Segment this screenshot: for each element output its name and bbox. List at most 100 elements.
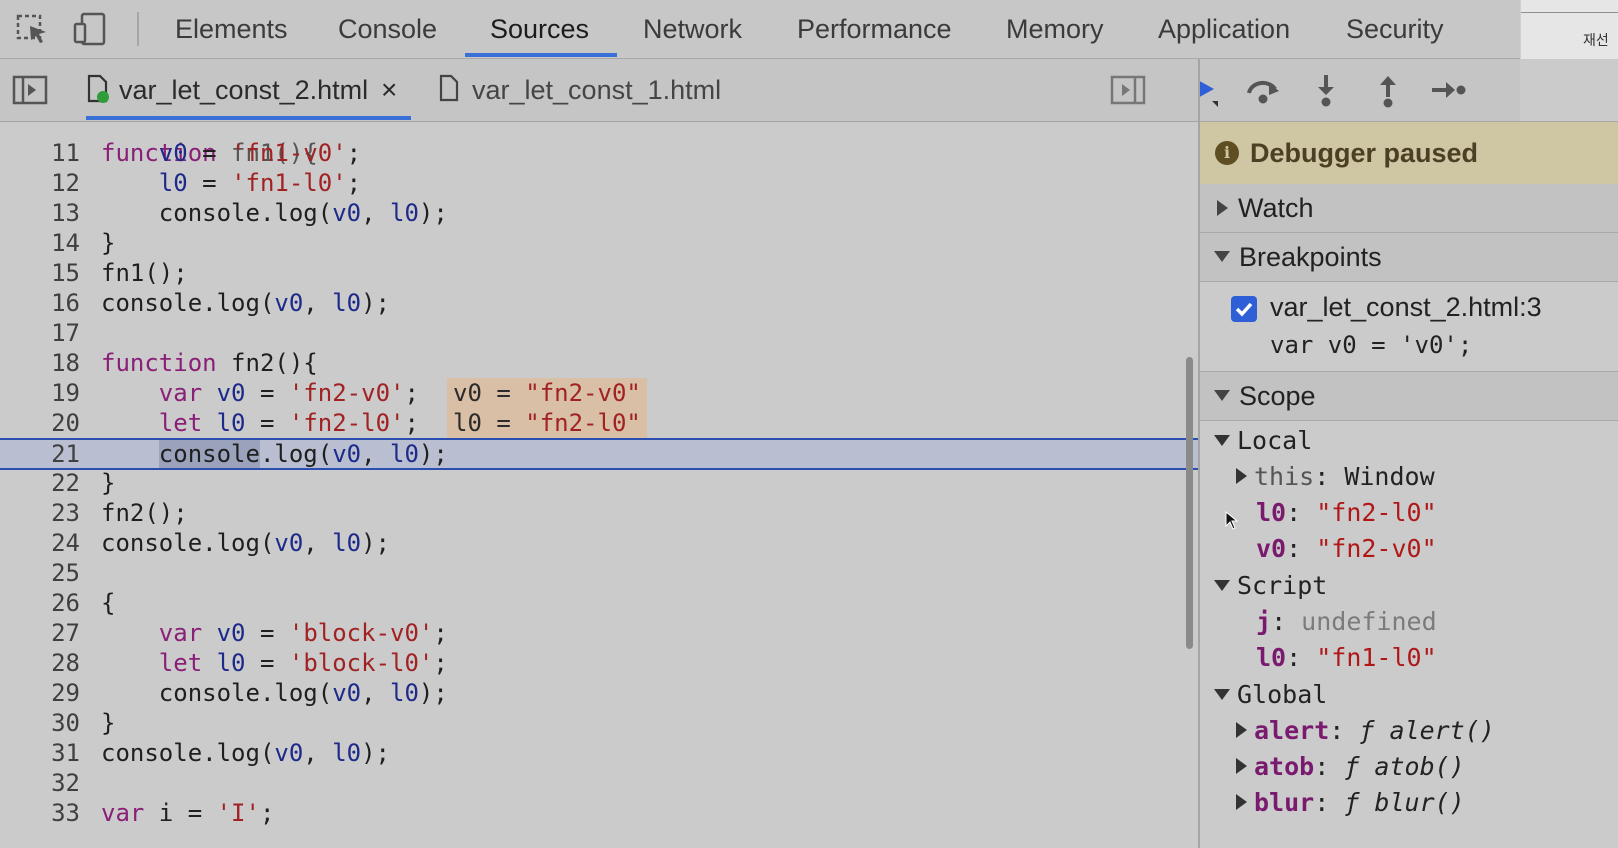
scope-var-blur[interactable]: blur: ƒ blur(): [1236, 786, 1465, 820]
code-text: console.log(v0, l0);: [101, 529, 391, 557]
step-over-icon[interactable]: [1243, 71, 1283, 109]
code-line: 20 let l0 = 'fn2-l0'; l0 = "fn2-l0": [0, 408, 1198, 438]
code-line-partial: function fn1(){: [101, 139, 318, 167]
scope-sep: :: [1286, 643, 1317, 672]
scope-var-j[interactable]: j: undefined: [1256, 605, 1437, 639]
tab-network[interactable]: Network: [643, 0, 742, 58]
line-number[interactable]: 22: [0, 468, 80, 498]
scope-value: ƒ atob(): [1344, 752, 1465, 781]
code-text: console.log(v0, l0);: [101, 199, 448, 227]
tab-performance[interactable]: Performance: [797, 0, 952, 58]
code-text: }: [101, 469, 116, 497]
tab-memory[interactable]: Memory: [1006, 0, 1104, 58]
scope-var-l0[interactable]: l0: "fn2-l0": [1256, 496, 1437, 530]
line-number[interactable]: 31: [0, 738, 80, 768]
editor-scrollbar[interactable]: [1186, 357, 1193, 649]
code-line: 23 fn2();: [0, 498, 1198, 528]
code-text: let l0 = 'fn2-l0';: [158, 409, 419, 437]
toggle-navigator-icon[interactable]: [12, 75, 48, 105]
line-number[interactable]: 27: [0, 618, 80, 648]
code-line: 11 v0 = 'fn1-v0';: [0, 138, 1198, 168]
tab-application[interactable]: Application: [1158, 0, 1290, 58]
line-number[interactable]: 18: [0, 348, 80, 378]
line-number[interactable]: 33: [0, 798, 80, 828]
scope-sep: :: [1314, 752, 1345, 781]
debugger-sidebar: i Debugger paused Watch Breakpoints var_…: [1200, 59, 1618, 848]
line-number[interactable]: 15: [0, 258, 80, 288]
line-number[interactable]: 12: [0, 168, 80, 198]
code-text: var v0 = 'fn2-v0';: [158, 379, 419, 407]
mouse-cursor-icon: [1225, 511, 1239, 530]
inline-value: l0 = "fn2-l0": [447, 408, 647, 438]
collapse-arrow-icon: [1214, 688, 1230, 700]
scope-sep: :: [1329, 716, 1360, 745]
expand-arrow-icon: [1236, 468, 1247, 484]
line-number[interactable]: 17: [0, 318, 80, 348]
scope-section-header[interactable]: Scope: [1200, 371, 1618, 421]
code-line: 14}: [0, 228, 1198, 258]
close-tab-icon[interactable]: ×: [381, 59, 397, 121]
scope-value: Window: [1344, 462, 1435, 491]
checkmark-icon: [1235, 302, 1253, 317]
collapse-arrow-icon: [1214, 251, 1230, 263]
line-number[interactable]: 14: [0, 228, 80, 258]
breakpoint-location[interactable]: var_let_const_2.html:3: [1270, 292, 1542, 323]
step-into-icon[interactable]: [1306, 71, 1346, 109]
scope-key: l0: [1256, 498, 1287, 527]
scope-sep: :: [1314, 462, 1345, 491]
tab-security[interactable]: Security: [1346, 0, 1444, 58]
line-number[interactable]: 25: [0, 558, 80, 588]
device-toolbar-icon[interactable]: [72, 12, 108, 46]
line-number[interactable]: 16: [0, 288, 80, 318]
scope-local-header[interactable]: Local: [1214, 424, 1312, 458]
scope-key: blur: [1254, 788, 1315, 817]
breakpoint-checkbox[interactable]: [1231, 296, 1257, 322]
step-out-icon[interactable]: [1368, 71, 1408, 109]
file-icon: [439, 74, 459, 102]
code-editor[interactable]: function fn1(){ 11 v0 = 'fn1-v0'; 12 l0 =…: [0, 122, 1198, 848]
line-number[interactable]: 21: [0, 440, 80, 468]
line-number[interactable]: 26: [0, 588, 80, 618]
tab-elements[interactable]: Elements: [175, 0, 288, 58]
scope-key: l0: [1256, 643, 1287, 672]
line-number[interactable]: 11: [0, 138, 80, 168]
tab-sources[interactable]: Sources: [490, 0, 589, 58]
scope-var-v0[interactable]: v0: "fn2-v0": [1256, 532, 1437, 566]
breakpoints-section-header[interactable]: Breakpoints: [1200, 233, 1618, 282]
resume-icon[interactable]: [1200, 71, 1222, 109]
scope-global-label: Global: [1237, 680, 1328, 709]
current-execution-line: 21 console.log(v0, l0);: [0, 438, 1198, 470]
line-number[interactable]: 30: [0, 708, 80, 738]
code-text: }: [101, 709, 116, 737]
scope-var-this[interactable]: this: Window: [1236, 460, 1435, 494]
inline-value: v0 = "fn2-v0": [447, 378, 647, 408]
step-icon[interactable]: [1428, 71, 1468, 109]
line-number[interactable]: 29: [0, 678, 80, 708]
inspect-element-icon[interactable]: [14, 12, 50, 46]
file-tab-inactive[interactable]: var_let_const_1.html: [472, 59, 721, 121]
scope-var-alert[interactable]: alert: ƒ alert(): [1236, 714, 1495, 748]
scope-global-header[interactable]: Global: [1214, 678, 1327, 712]
code-text: console.log(v0, l0);: [101, 289, 391, 317]
file-tab-active[interactable]: var_let_const_2.html: [119, 59, 368, 121]
scope-value: "fn2-l0": [1316, 498, 1437, 527]
expand-arrow-icon: [1236, 794, 1247, 810]
scope-var-atob[interactable]: atob: ƒ atob(): [1236, 750, 1465, 784]
breakpoint-code: var v0 = 'v0';: [1270, 331, 1473, 359]
toggle-debugger-icon[interactable]: [1110, 75, 1146, 105]
scope-label: Scope: [1239, 381, 1316, 411]
scope-value: ƒ alert(): [1359, 716, 1495, 745]
scope-key: j: [1256, 607, 1272, 636]
watch-section-header[interactable]: Watch: [1200, 184, 1618, 233]
line-number[interactable]: 20: [0, 408, 80, 438]
tab-console[interactable]: Console: [338, 0, 437, 58]
watch-label: Watch: [1238, 193, 1314, 223]
scope-var-script-l0[interactable]: l0: "fn1-l0": [1256, 641, 1437, 675]
line-number[interactable]: 24: [0, 528, 80, 558]
line-number[interactable]: 32: [0, 768, 80, 798]
line-number[interactable]: 13: [0, 198, 80, 228]
line-number[interactable]: 23: [0, 498, 80, 528]
line-number[interactable]: 28: [0, 648, 80, 678]
line-number[interactable]: 19: [0, 378, 80, 408]
scope-script-header[interactable]: Script: [1214, 569, 1327, 603]
